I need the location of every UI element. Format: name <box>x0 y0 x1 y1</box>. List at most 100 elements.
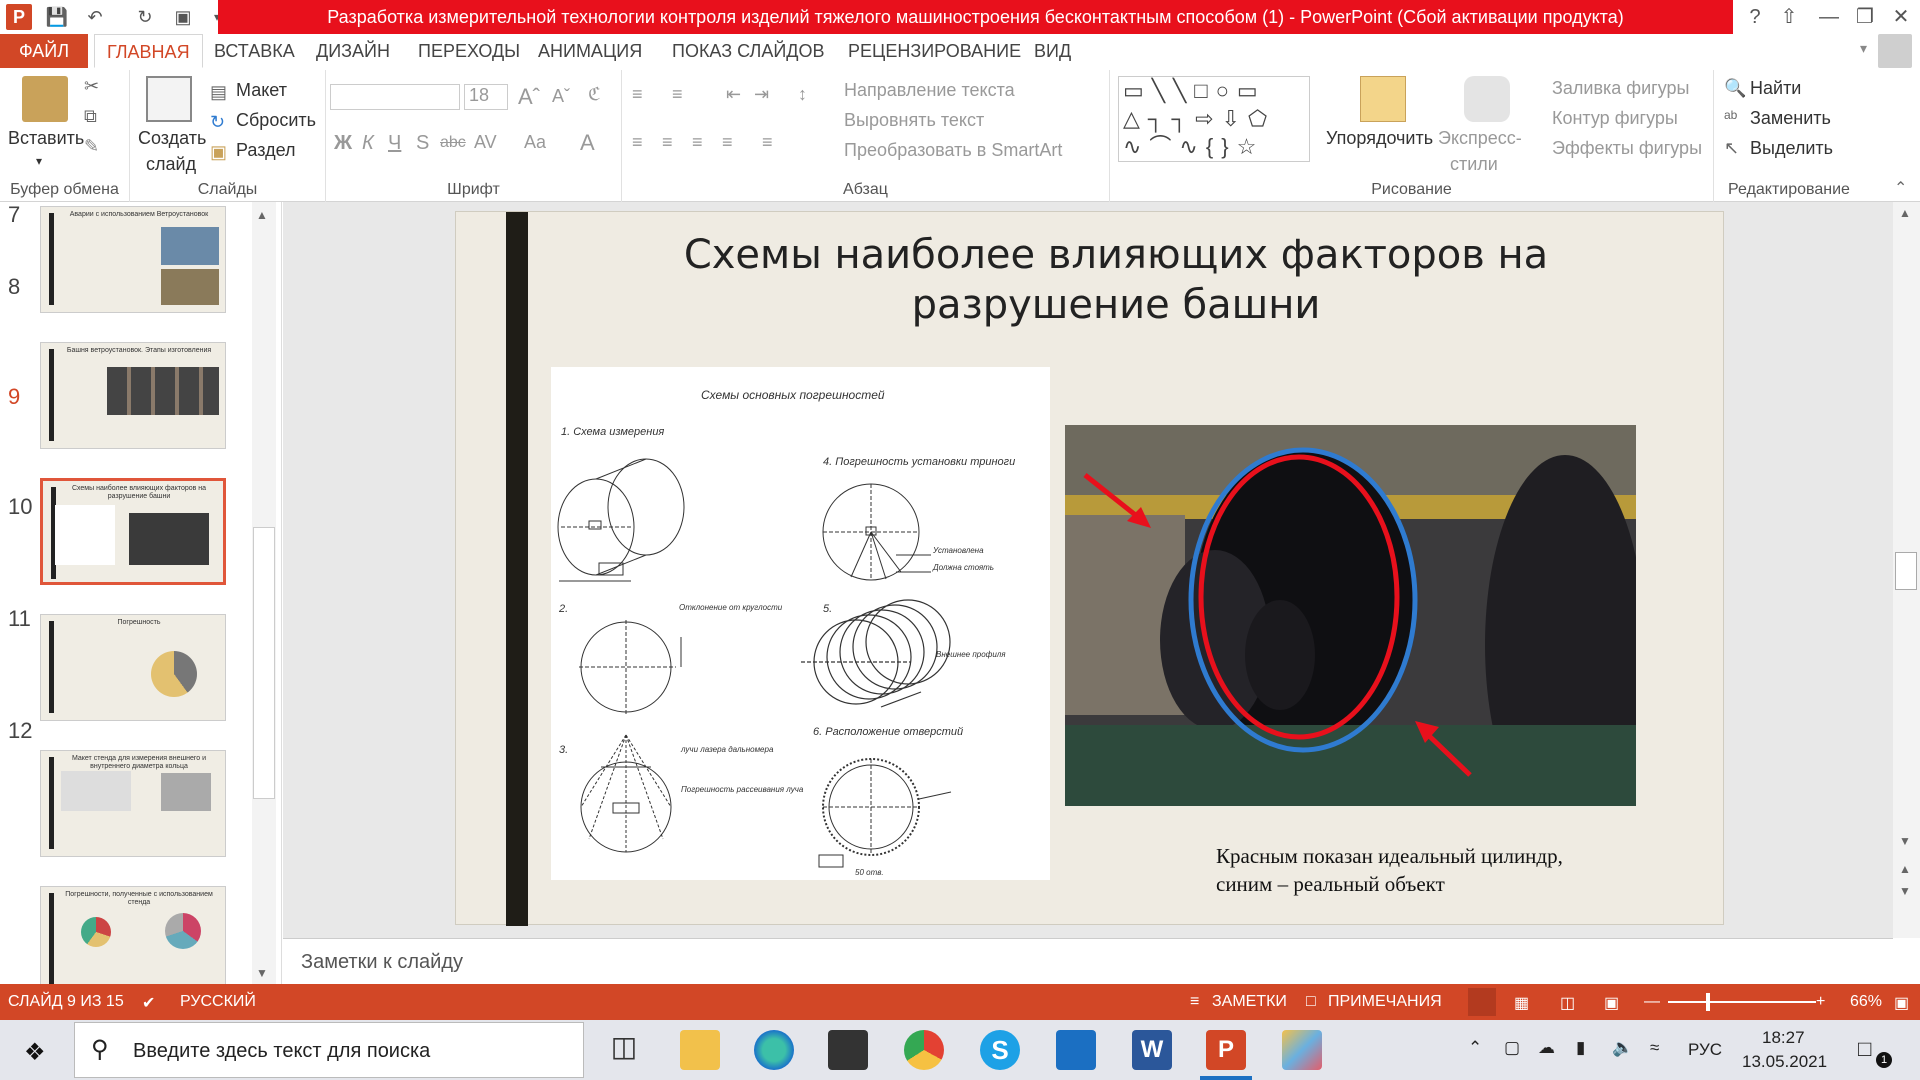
tab-transitions[interactable]: ПЕРЕХОДЫ <box>406 34 532 68</box>
edge-browser-icon[interactable] <box>754 1030 794 1070</box>
volume-icon[interactable]: 🔈 <box>1612 1038 1633 1058</box>
thumbnail-slide-10[interactable]: Погрешность <box>40 614 226 721</box>
canvas-scroll-up-icon[interactable]: ▲ <box>1899 206 1911 220</box>
shadow-button[interactable]: S <box>416 132 429 155</box>
align-center-icon[interactable]: ≡ <box>662 132 673 153</box>
numbering-icon[interactable]: ≡ <box>672 84 683 105</box>
change-case-button[interactable]: Aa <box>524 132 546 153</box>
new-slide-icon[interactable] <box>146 76 192 122</box>
align-text-button[interactable]: Выровнять текст <box>844 110 984 131</box>
chrome-icon[interactable] <box>904 1030 944 1070</box>
tower-cylinder-photo[interactable] <box>1065 425 1636 806</box>
tab-design[interactable]: ДИЗАЙН <box>304 34 402 68</box>
store-icon[interactable] <box>828 1030 868 1070</box>
justify-icon[interactable]: ≡ <box>722 132 733 153</box>
reading-view-icon[interactable]: ◫ <box>1560 993 1575 1013</box>
scroll-down-icon[interactable]: ▼ <box>256 966 268 980</box>
thumbnail-slide-7[interactable]: Аварии с использованием Ветроустановок <box>40 206 226 313</box>
section-button[interactable]: Раздел <box>236 140 296 161</box>
font-name-select[interactable] <box>330 84 460 110</box>
canvas-scroll-thumb[interactable] <box>1895 552 1917 590</box>
notifications-icon[interactable]: □ <box>1858 1036 1871 1062</box>
clear-format-icon[interactable]: ℭ <box>588 84 601 105</box>
network-icon[interactable]: ≈ <box>1650 1038 1659 1058</box>
word-icon[interactable]: W <box>1132 1030 1172 1070</box>
tab-slideshow[interactable]: ПОКАЗ СЛАЙДОВ <box>660 34 836 68</box>
grow-font-icon[interactable]: Aˆ <box>518 84 540 110</box>
ribbon-display-icon[interactable]: ⇧ <box>1772 0 1806 34</box>
quick-styles-label-1[interactable]: Экспресс- <box>1438 128 1522 149</box>
slideshow-view-icon[interactable]: ▣ <box>1604 993 1619 1013</box>
canvas-scrollbar[interactable]: ▲ ▼ ▲ ▼ <box>1893 202 1920 938</box>
cut-icon[interactable]: ✂ <box>84 76 99 97</box>
arrange-icon[interactable] <box>1360 76 1406 122</box>
strikethrough-button[interactable]: abc <box>440 134 466 152</box>
windows-start-icon[interactable]: ❖ <box>24 1038 46 1067</box>
save-icon[interactable]: 💾 <box>44 4 70 30</box>
thumbnail-slide-12[interactable]: Погрешности, полученные с использованием… <box>40 886 226 993</box>
tab-insert[interactable]: ВСТАВКА <box>202 34 307 68</box>
copy-icon[interactable]: ⧉ <box>84 106 97 127</box>
collapse-ribbon-icon[interactable]: ⌃ <box>1894 178 1907 198</box>
slide-caption[interactable]: Красным показан идеальный цилиндр, синим… <box>1216 842 1563 898</box>
font-size-select[interactable]: 18 <box>464 84 508 110</box>
file-explorer-icon[interactable] <box>680 1030 720 1070</box>
task-view-icon[interactable]: ◫ <box>604 1030 644 1070</box>
italic-button[interactable]: К <box>362 132 374 155</box>
tab-home[interactable]: ГЛАВНАЯ <box>94 34 203 68</box>
zoom-level[interactable]: 66% <box>1850 993 1882 1011</box>
comments-toggle-button[interactable]: ПРИМЕЧАНИЯ <box>1328 993 1442 1011</box>
new-slide-label-1[interactable]: Создать <box>138 128 206 149</box>
tab-file[interactable]: ФАЙЛ <box>0 34 88 68</box>
error-schemes-image[interactable]: Схемы основных погрешностей 1. Схема изм… <box>551 367 1050 880</box>
clock-date[interactable]: 13.05.2021 <box>1742 1052 1827 1072</box>
quick-styles-icon[interactable] <box>1464 76 1510 122</box>
zoom-out-icon[interactable]: — <box>1644 993 1660 1011</box>
input-language[interactable]: РУС <box>1688 1040 1722 1060</box>
clock-time[interactable]: 18:27 <box>1762 1028 1805 1048</box>
paste-dropdown-icon[interactable]: ▾ <box>36 154 42 168</box>
arrange-button[interactable]: Упорядочить <box>1326 128 1433 149</box>
underline-button[interactable]: Ч <box>388 132 401 155</box>
tab-view[interactable]: ВИД <box>1022 34 1083 68</box>
zoom-slider-thumb[interactable] <box>1706 993 1710 1011</box>
shapes-gallery[interactable]: ▭╲╲□○▭ △┐┐⇨⇩⬠ ∿⌒∿{}☆ <box>1118 76 1310 162</box>
skype-icon[interactable]: S <box>980 1030 1020 1070</box>
maximize-icon[interactable]: ❐ <box>1848 0 1882 34</box>
show-hidden-icons-icon[interactable]: ⌃ <box>1468 1038 1482 1058</box>
slide-sorter-icon[interactable]: ▦ <box>1514 993 1529 1013</box>
shape-fill-button[interactable]: Заливка фигуры <box>1552 78 1689 99</box>
redo-icon[interactable]: ↻ <box>132 4 158 30</box>
scroll-up-icon[interactable]: ▲ <box>256 208 268 222</box>
zoom-slider[interactable] <box>1668 1001 1816 1003</box>
shape-effects-button[interactable]: Эффекты фигуры <box>1552 138 1702 159</box>
tab-review[interactable]: РЕЦЕНЗИРОВАНИЕ <box>836 34 1033 68</box>
thumbnail-slide-9[interactable]: Схемы наиболее влияющих факторов на разр… <box>40 478 226 585</box>
mail-icon[interactable] <box>1056 1030 1096 1070</box>
user-avatar[interactable] <box>1878 34 1912 68</box>
format-painter-icon[interactable]: ✎ <box>84 136 99 157</box>
current-slide[interactable]: Схемы наиболее влияющих факторов на разр… <box>455 211 1724 926</box>
close-icon[interactable]: ✕ <box>1884 0 1918 34</box>
text-direction-button[interactable]: Направление текста <box>844 80 1015 101</box>
tab-animations[interactable]: АНИМАЦИЯ <box>526 34 654 68</box>
normal-view-icon[interactable] <box>1468 988 1496 1016</box>
reset-button[interactable]: Сбросить <box>236 110 316 131</box>
shrink-font-icon[interactable]: Aˇ <box>552 86 570 107</box>
new-slide-label-2[interactable]: слайд <box>146 154 196 175</box>
quick-styles-label-2[interactable]: стили <box>1450 154 1498 175</box>
onedrive-icon[interactable]: ☁ <box>1538 1038 1555 1058</box>
align-right-icon[interactable]: ≡ <box>692 132 703 153</box>
minimize-icon[interactable]: — <box>1812 0 1846 34</box>
language-indicator[interactable]: РУССКИЙ <box>180 993 256 1011</box>
thumbnails-scroll-thumb[interactable] <box>253 527 275 799</box>
layout-button[interactable]: Макет <box>236 80 287 101</box>
font-color-button[interactable]: A <box>580 130 595 156</box>
line-spacing-icon[interactable]: ↕ <box>798 84 807 105</box>
slide-counter[interactable]: СЛАЙД 9 ИЗ 15 <box>8 993 124 1011</box>
columns-icon[interactable]: ≡ <box>762 132 773 153</box>
thumbnail-slide-11[interactable]: Макет стенда для измерения внешнего и вн… <box>40 750 226 857</box>
fit-to-window-icon[interactable]: ▣ <box>1894 993 1909 1013</box>
ribbon-options-icon[interactable]: ▾ <box>1860 40 1867 57</box>
align-left-icon[interactable]: ≡ <box>632 132 643 153</box>
